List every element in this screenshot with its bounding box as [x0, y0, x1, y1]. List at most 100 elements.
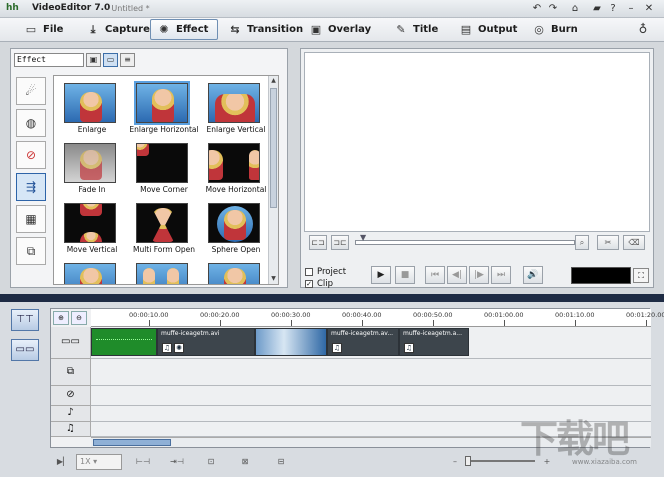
toolbar-capture-button[interactable]: ⤓ Capture [80, 19, 156, 40]
cut-icon[interactable]: ✂ [597, 235, 619, 250]
effect-item-row4-3[interactable] [200, 260, 272, 284]
video-track-lane[interactable]: muffe-iceagetm.avi ♫ ✺ muffe-iceagetm.av… [91, 327, 651, 359]
effect-item-move-corner[interactable]: Move Corner [128, 140, 200, 198]
toolbar-title-button[interactable]: ✎ Title [388, 19, 444, 40]
speed-select[interactable]: 1X ▾ [76, 454, 122, 470]
properties-icon[interactable]: ⊟ [272, 455, 290, 469]
volume-button[interactable]: 🔊 [523, 266, 543, 284]
toolbar-file-button[interactable]: ▭ File [18, 19, 69, 40]
project-checkbox[interactable] [305, 268, 313, 276]
eraser-icon[interactable]: ⌫ [623, 235, 645, 250]
zoom-preview-icon[interactable]: ⌕ [575, 235, 589, 250]
effect-label: Enlarge Vertical [206, 125, 266, 134]
scrub-bar[interactable] [355, 240, 575, 245]
help-icon[interactable]: ? [606, 2, 620, 16]
ruler-tick-label: 00:00:50.00 [413, 311, 453, 319]
scroll-up-icon[interactable]: ▲ [269, 76, 278, 86]
next-frame-button[interactable]: |▶ [469, 266, 489, 284]
redo-icon[interactable]: ↷ [546, 2, 560, 16]
effect-item-move-horizontal[interactable]: Move Horizontal [200, 140, 272, 198]
overlay-track-lane[interactable] [91, 359, 651, 386]
effect-icon: ✺ [159, 23, 169, 36]
previous-frame-button[interactable]: ◀| [447, 266, 467, 284]
ruler-tick-mark [646, 320, 647, 326]
toolbar-output-button[interactable]: ▤ Output [453, 19, 523, 40]
scroll-thumb[interactable] [270, 88, 277, 208]
play-button[interactable]: ▶ [371, 266, 391, 284]
film-effect-icon: ▦ [25, 212, 37, 226]
effect-thumbnail [136, 263, 188, 284]
transition-clip[interactable] [255, 328, 327, 356]
motion-effect-icon: ⇶ [25, 180, 37, 194]
effect-thumbnail [208, 83, 260, 123]
stop-button[interactable]: ■ [395, 266, 415, 284]
panel-splitter[interactable] [0, 294, 664, 302]
toolbar-effect-button[interactable]: ✺ Effect [150, 19, 218, 40]
effect-label: Move Corner [140, 185, 188, 194]
time-ruler[interactable]: 00:00:10.00 00:00:20.00 00:00:30.00 00:00:4… [91, 309, 664, 327]
delete-clip-icon[interactable]: ⊠ [236, 455, 254, 469]
undo-icon[interactable]: ↶ [530, 2, 544, 16]
toolbar-overlay-label: Overlay [328, 24, 372, 35]
toolbar-overlay-button[interactable]: ▣ Overlay [303, 19, 377, 40]
capture-icon: ⤓ [90, 22, 96, 36]
toolbar-burn-button[interactable]: ◎ Burn [526, 19, 584, 40]
home-icon[interactable]: ⌂ [568, 2, 582, 16]
effect-item-enlarge-horizontal[interactable]: Enlarge Horizontal [128, 80, 200, 138]
clip-option[interactable]: ✓ Clip [305, 279, 333, 289]
category-motion-button[interactable]: ⇶ [16, 173, 46, 201]
category-film-button[interactable]: ▦ [16, 205, 46, 233]
close-icon[interactable]: ✕ [642, 2, 656, 16]
zoom-minus-icon[interactable]: – [446, 455, 464, 469]
play-timeline-icon[interactable]: ▶▏ [54, 455, 72, 469]
mark-out-button[interactable]: ⊐⊏ [331, 235, 349, 250]
category-color-button[interactable]: ◍ [16, 109, 46, 137]
category-filter-button[interactable]: ⊘ [16, 141, 46, 169]
open-folder-icon[interactable]: ▰ [590, 2, 604, 16]
view-list-button[interactable]: ≡ [120, 53, 135, 67]
preview-panel: ⊏⊐ ⊐⊏ ▼ ⌕ ✂ ⌫ Project ✓ Clip ▶ ■ ⏮ ◀| |▶… [300, 48, 654, 289]
minimize-icon[interactable]: – [624, 2, 638, 16]
view-large-icon-button[interactable]: ▣ [86, 53, 101, 67]
fullscreen-icon[interactable]: ⛶ [633, 268, 649, 283]
video-clip-2[interactable]: muffe-iceagetm.av... ♫ [327, 328, 399, 356]
category-misc-button[interactable]: ⧉ [16, 237, 46, 265]
scroll-down-icon[interactable]: ▼ [269, 274, 278, 284]
view-thumbnail-button[interactable]: ▭ [103, 53, 118, 67]
filter-effect-icon: ⊘ [25, 148, 37, 162]
title-track-lane[interactable] [91, 386, 651, 406]
effect-item-enlarge[interactable]: Enlarge [56, 80, 128, 138]
effect-item-row4-2[interactable] [128, 260, 200, 284]
merge-clip-icon[interactable]: ⇥⊣ [168, 455, 186, 469]
category-blur-button[interactable]: ☄ [16, 77, 46, 105]
effect-item-multi-form-open[interactable]: Multi Form Open [128, 200, 200, 258]
ruler-tick-label: 00:01:00.00 [484, 311, 524, 319]
mark-in-button[interactable]: ⊏⊐ [309, 235, 327, 250]
go-to-start-button[interactable]: ⏮ [425, 266, 445, 284]
color-clip[interactable] [91, 328, 157, 356]
toolbar-transition-button[interactable]: ⇆ Transition [222, 19, 309, 40]
effect-item-move-vertical[interactable]: Move Vertical [56, 200, 128, 258]
effect-item-sphere-open[interactable]: Sphere Open [200, 200, 272, 258]
project-option[interactable]: Project [305, 267, 346, 277]
thumbnail-scrollbar[interactable]: ▲ ▼ [268, 76, 278, 284]
effect-item-fade-in[interactable]: Fade In [56, 140, 128, 198]
clip-checkbox[interactable]: ✓ [305, 280, 313, 288]
video-clip-1[interactable]: muffe-iceagetm.avi ♫ ✺ [157, 328, 255, 356]
effect-category-select[interactable]: Effect [14, 53, 84, 67]
effect-item-row4-1[interactable] [56, 260, 128, 284]
color-effect-icon: ◍ [25, 116, 37, 130]
video-clip-3[interactable]: muffe-iceagetm.a... ♫ [399, 328, 469, 356]
timeline-scroll-thumb[interactable] [93, 439, 171, 446]
tips-lightbulb-icon[interactable]: ♁ [636, 22, 650, 36]
go-to-end-button[interactable]: ⏭ [491, 266, 511, 284]
zoom-in-icon[interactable]: ⊕ [53, 311, 69, 325]
split-clip-icon[interactable]: ⊢⊣ [134, 455, 152, 469]
effect-item-enlarge-vertical[interactable]: Enlarge Vertical [200, 80, 272, 138]
timeline-view-button[interactable]: ▭▭ [11, 339, 39, 361]
zoom-out-icon[interactable]: ⊖ [71, 311, 87, 325]
scrub-position-marker[interactable]: ▼ [360, 233, 368, 242]
snapshot-icon[interactable]: ⊡ [202, 455, 220, 469]
storyboard-view-button[interactable]: ⊤⊤ [11, 309, 39, 331]
zoom-slider-knob[interactable] [465, 456, 471, 466]
